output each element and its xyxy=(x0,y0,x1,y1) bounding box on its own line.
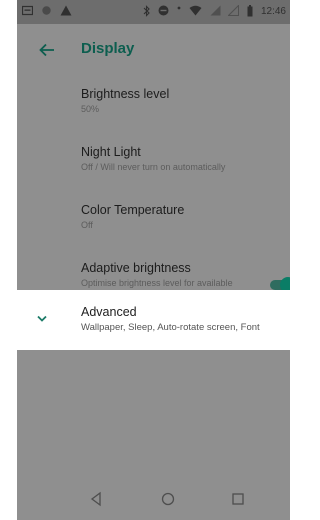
setting-night-light[interactable]: Night Light Off / Will never turn on aut… xyxy=(17,145,290,185)
do-not-disturb-icon xyxy=(158,5,169,16)
setting-color-temperature[interactable]: Color Temperature Off xyxy=(17,203,290,243)
circle-notification-icon xyxy=(42,6,51,15)
home-circle-icon[interactable] xyxy=(159,490,177,508)
setting-summary: Off / Will never turn on automatically xyxy=(81,162,226,172)
advanced-title: Advanced xyxy=(81,305,137,319)
advanced-section[interactable]: Advanced Wallpaper, Sleep, Auto-rotate s… xyxy=(17,290,290,350)
setting-title: Night Light xyxy=(81,145,141,159)
bluetooth-icon xyxy=(143,5,150,17)
chevron-down-icon xyxy=(37,315,47,322)
phone-screen: 12:46 Display Brightness level 50% Night… xyxy=(17,0,290,520)
page-title: Display xyxy=(81,40,135,57)
advanced-summary: Wallpaper, Sleep, Auto-rotate screen, Fo… xyxy=(81,322,260,333)
vibrate-dot-icon xyxy=(177,6,181,10)
battery-icon xyxy=(247,5,253,17)
wifi-icon xyxy=(189,5,202,16)
setting-brightness-level[interactable]: Brightness level 50% xyxy=(17,87,290,127)
setting-summary: 50% xyxy=(81,104,100,114)
back-triangle-icon[interactable] xyxy=(87,490,105,508)
warning-icon xyxy=(60,5,72,16)
status-time: 12:46 xyxy=(260,6,286,17)
navigation-bar xyxy=(17,478,290,520)
setting-title: Color Temperature xyxy=(81,203,185,217)
setting-summary: Off xyxy=(81,220,93,230)
back-arrow-icon[interactable] xyxy=(37,40,57,60)
cell-signal-2-icon xyxy=(228,5,240,16)
status-bar: 12:46 xyxy=(17,0,290,24)
setting-title: Brightness level xyxy=(81,87,170,101)
status-left-icons xyxy=(22,5,77,19)
status-right-icons: 12:46 xyxy=(143,5,286,19)
setting-title: Adaptive brightness xyxy=(81,261,191,275)
notification-box-icon xyxy=(22,5,33,16)
app-bar: Display xyxy=(17,24,290,76)
recents-square-icon[interactable] xyxy=(229,490,247,508)
cell-signal-icon xyxy=(210,5,221,16)
